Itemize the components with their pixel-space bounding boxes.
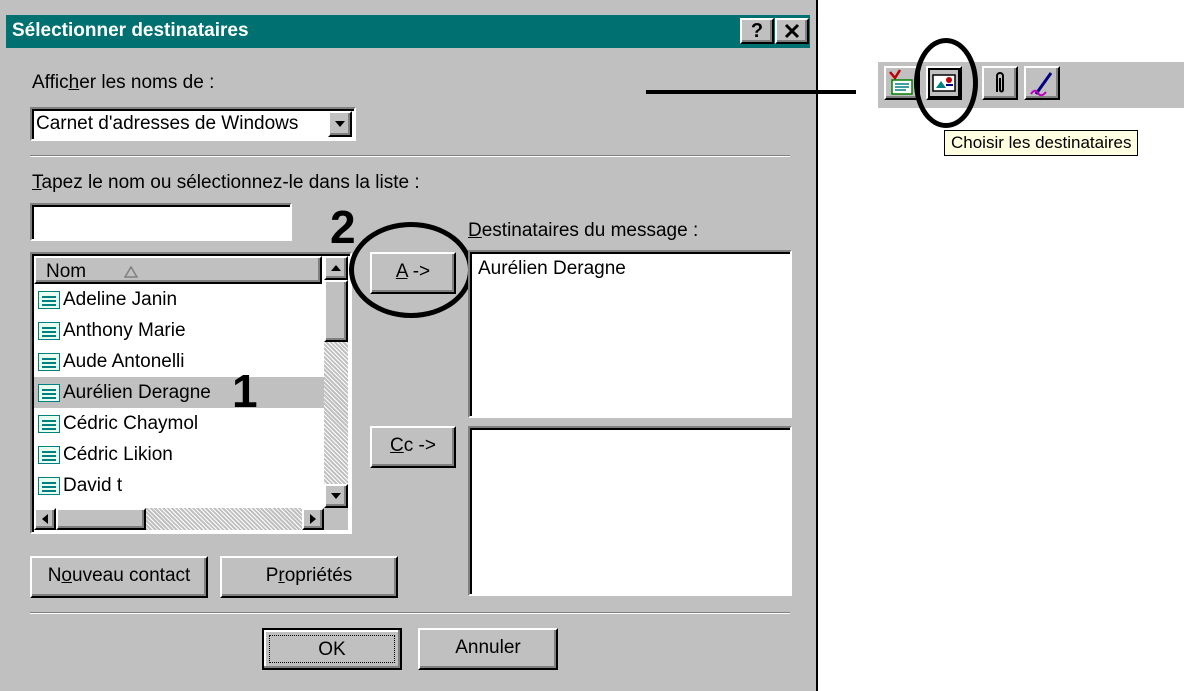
scroll-left-button[interactable]: [34, 508, 56, 530]
contact-name: Cédric Chaymol: [63, 413, 199, 434]
ok-button[interactable]: OK: [262, 628, 402, 670]
address-book-select[interactable]: Carnet d'adresses de Windows: [30, 107, 356, 141]
vertical-scroll-thumb[interactable]: [324, 280, 348, 342]
arrow-down-icon: [331, 493, 341, 499]
contact-name: Cédric Likion: [63, 444, 173, 465]
contact-card-icon: [38, 352, 60, 371]
scroll-down-button[interactable]: [324, 484, 348, 508]
ok-button-label: OK: [269, 635, 395, 663]
close-icon: [784, 23, 800, 39]
step-2-annotation: 2: [330, 201, 356, 253]
highlight-circle-to-button: [349, 222, 473, 318]
contact-row[interactable]: Cédric Likion: [34, 439, 324, 470]
contact-name: Aude Antonelli: [63, 351, 185, 372]
close-button[interactable]: [775, 18, 809, 44]
attach-file-button[interactable]: [982, 66, 1018, 100]
vertical-scrollbar[interactable]: [324, 256, 348, 508]
highlight-circle-toolbar-button: [914, 38, 978, 128]
cc-button[interactable]: Cc ->: [370, 426, 456, 468]
cancel-button[interactable]: Annuler: [418, 628, 558, 670]
contact-row[interactable]: Adeline Janin: [34, 284, 324, 315]
signature-pen-icon: [1030, 72, 1053, 97]
contact-card-icon: [38, 476, 60, 495]
new-contact-button[interactable]: Nouveau contact: [30, 556, 208, 598]
contact-name: Aurélien Deragne: [63, 382, 211, 403]
dialog-title: Sélectionner destinataires: [12, 20, 249, 41]
sort-ascending-icon: [124, 266, 138, 278]
horizontal-scroll-thumb[interactable]: [56, 508, 146, 530]
contact-name: Adeline Janin: [63, 289, 178, 310]
step-1-annotation: 1: [232, 365, 258, 417]
recipients-label: Destinataires du message :: [468, 220, 699, 241]
show-names-label: Afficher les noms de :: [32, 72, 215, 93]
to-recipient-item[interactable]: Aurélien Deragne: [478, 258, 626, 280]
contact-row[interactable]: David t: [34, 470, 324, 501]
search-input[interactable]: [30, 203, 292, 241]
arrow-up-icon: [331, 265, 341, 271]
contact-rows: Adeline Janin Anthony Marie Aude Antonel…: [34, 284, 324, 508]
help-button[interactable]: ?: [740, 18, 774, 44]
chevron-down-icon: [335, 121, 345, 127]
contact-row[interactable]: Anthony Marie: [34, 315, 324, 346]
horizontal-scrollbar[interactable]: [34, 508, 324, 530]
contact-name: Anthony Marie: [63, 320, 186, 341]
dropdown-button[interactable]: [328, 111, 352, 137]
address-book-value: Carnet d'adresses de Windows: [36, 113, 299, 134]
contact-card-icon: [38, 290, 60, 309]
scroll-right-button[interactable]: [302, 508, 324, 530]
contact-card-icon: [38, 321, 60, 340]
to-recipients-list[interactable]: Aurélien Deragne: [468, 250, 792, 418]
contact-row[interactable]: Aude Antonelli: [34, 346, 324, 377]
separator-top: [30, 155, 790, 157]
paperclip-icon: [996, 72, 1004, 93]
column-header-name[interactable]: Nom: [34, 256, 322, 284]
type-name-label: Tapez le nom ou sélectionnez-le dans la …: [32, 172, 420, 193]
column-header-name-label: Nom: [46, 261, 87, 282]
contact-card-icon: [38, 414, 60, 433]
arrow-right-icon: [310, 514, 316, 524]
contact-row[interactable]: Cédric Chaymol: [34, 408, 324, 439]
scroll-corner: [324, 508, 348, 530]
contact-name: David t: [63, 475, 123, 496]
contact-card-icon: [38, 383, 60, 402]
scroll-up-button[interactable]: [324, 256, 348, 280]
contact-list[interactable]: Nom Adeline Janin Anthony Marie Aude Ant…: [30, 252, 352, 534]
annotation-pointer-line: [646, 90, 856, 94]
arrow-left-icon: [42, 514, 48, 524]
properties-button[interactable]: Propriétés: [220, 556, 398, 598]
tooltip: Choisir les destinataires: [944, 130, 1139, 156]
signature-button[interactable]: [1024, 66, 1060, 100]
separator-bottom: [30, 612, 790, 614]
cc-recipients-list[interactable]: [468, 426, 792, 596]
contact-row-selected[interactable]: Aurélien Deragne: [34, 377, 324, 408]
contact-card-icon: [38, 445, 60, 464]
